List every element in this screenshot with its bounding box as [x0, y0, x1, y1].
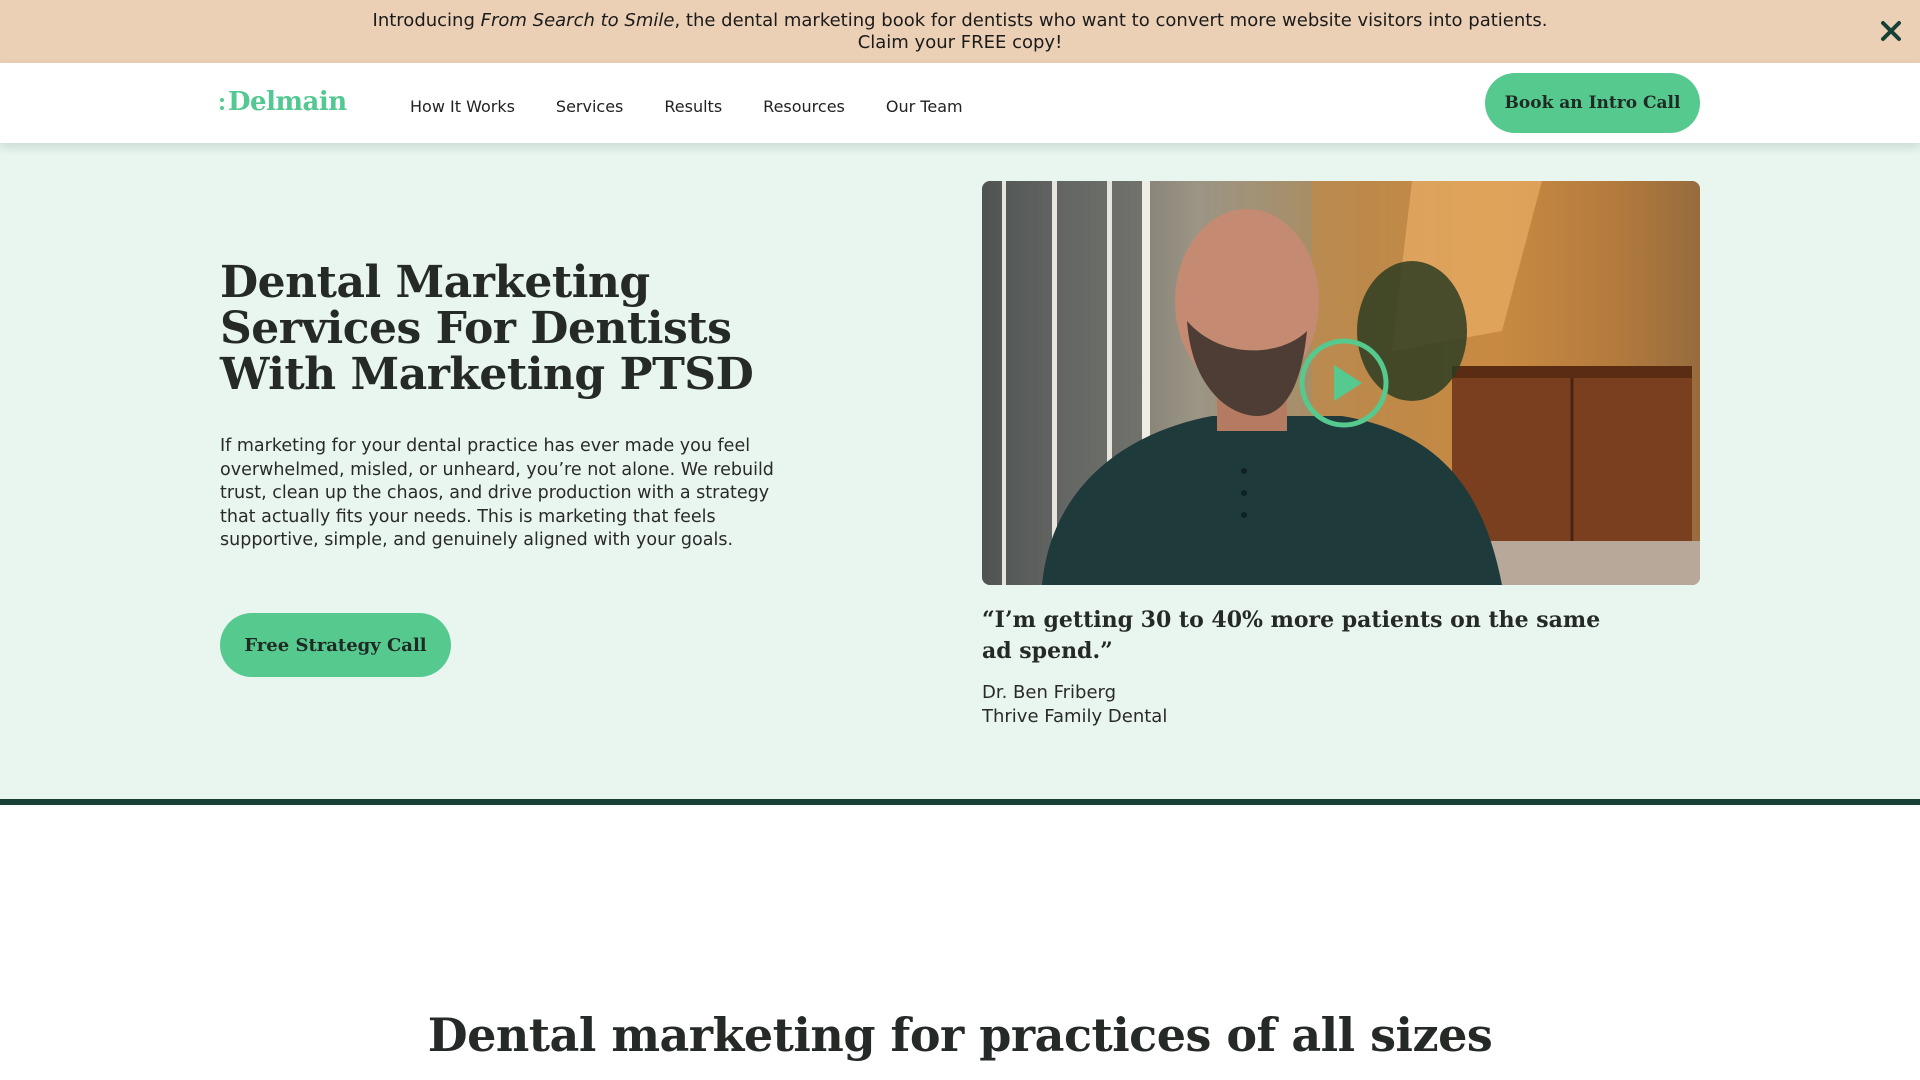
nav-results[interactable]: Results	[664, 91, 722, 116]
testimonial-quote: “I’m getting 30 to 40% more patients on …	[982, 607, 1601, 664]
announcement-banner: Introducing From Search to Smile, the de…	[0, 0, 1920, 63]
announcement-claim: Claim your FREE copy!	[857, 31, 1063, 53]
testimonial-practice: Thrive Family Dental	[982, 706, 1168, 727]
play-icon[interactable]	[1298, 337, 1390, 429]
nav-services[interactable]: Services	[556, 91, 623, 116]
book-intro-call-button[interactable]: Book an Intro Call	[1485, 73, 1700, 133]
logo[interactable]: Delmain	[220, 87, 347, 117]
hero-section: Dental Marketing Services For Dentists W…	[0, 143, 1920, 799]
nav-resources[interactable]: Resources	[763, 91, 845, 116]
hero-description: If marketing for your dental practice ha…	[220, 436, 774, 550]
free-strategy-call-button[interactable]: Free Strategy Call	[220, 613, 451, 677]
hero-title: Dental Marketing Services For Dentists W…	[220, 257, 754, 400]
section-title: Dental marketing for practices of all si…	[427, 1008, 1493, 1062]
book-title: From Search to Smile	[480, 9, 675, 31]
nav-our-team[interactable]: Our Team	[886, 91, 963, 116]
testimonial-author: Dr. Ben Friberg	[982, 682, 1117, 703]
logo-mark-icon	[220, 98, 224, 110]
close-icon[interactable]	[1876, 16, 1906, 46]
testimonial-author-block: Dr. Ben Friberg Thrive Family Dental	[982, 681, 1167, 729]
logo-text: Delmain	[228, 87, 347, 117]
main-nav: How It Works Services Results Resources …	[410, 63, 1004, 143]
section-divider	[0, 799, 1920, 805]
nav-how-it-works[interactable]: How It Works	[410, 91, 515, 116]
announcement-suffix: , the dental marketing book for dentists…	[674, 9, 1548, 31]
announcement-prefix: Introducing	[372, 9, 481, 31]
site-header: Delmain How It Works Services Results Re…	[0, 63, 1920, 143]
announcement-message[interactable]: Introducing From Search to Smile, the de…	[360, 10, 1560, 54]
testimonial-video[interactable]	[982, 181, 1700, 585]
